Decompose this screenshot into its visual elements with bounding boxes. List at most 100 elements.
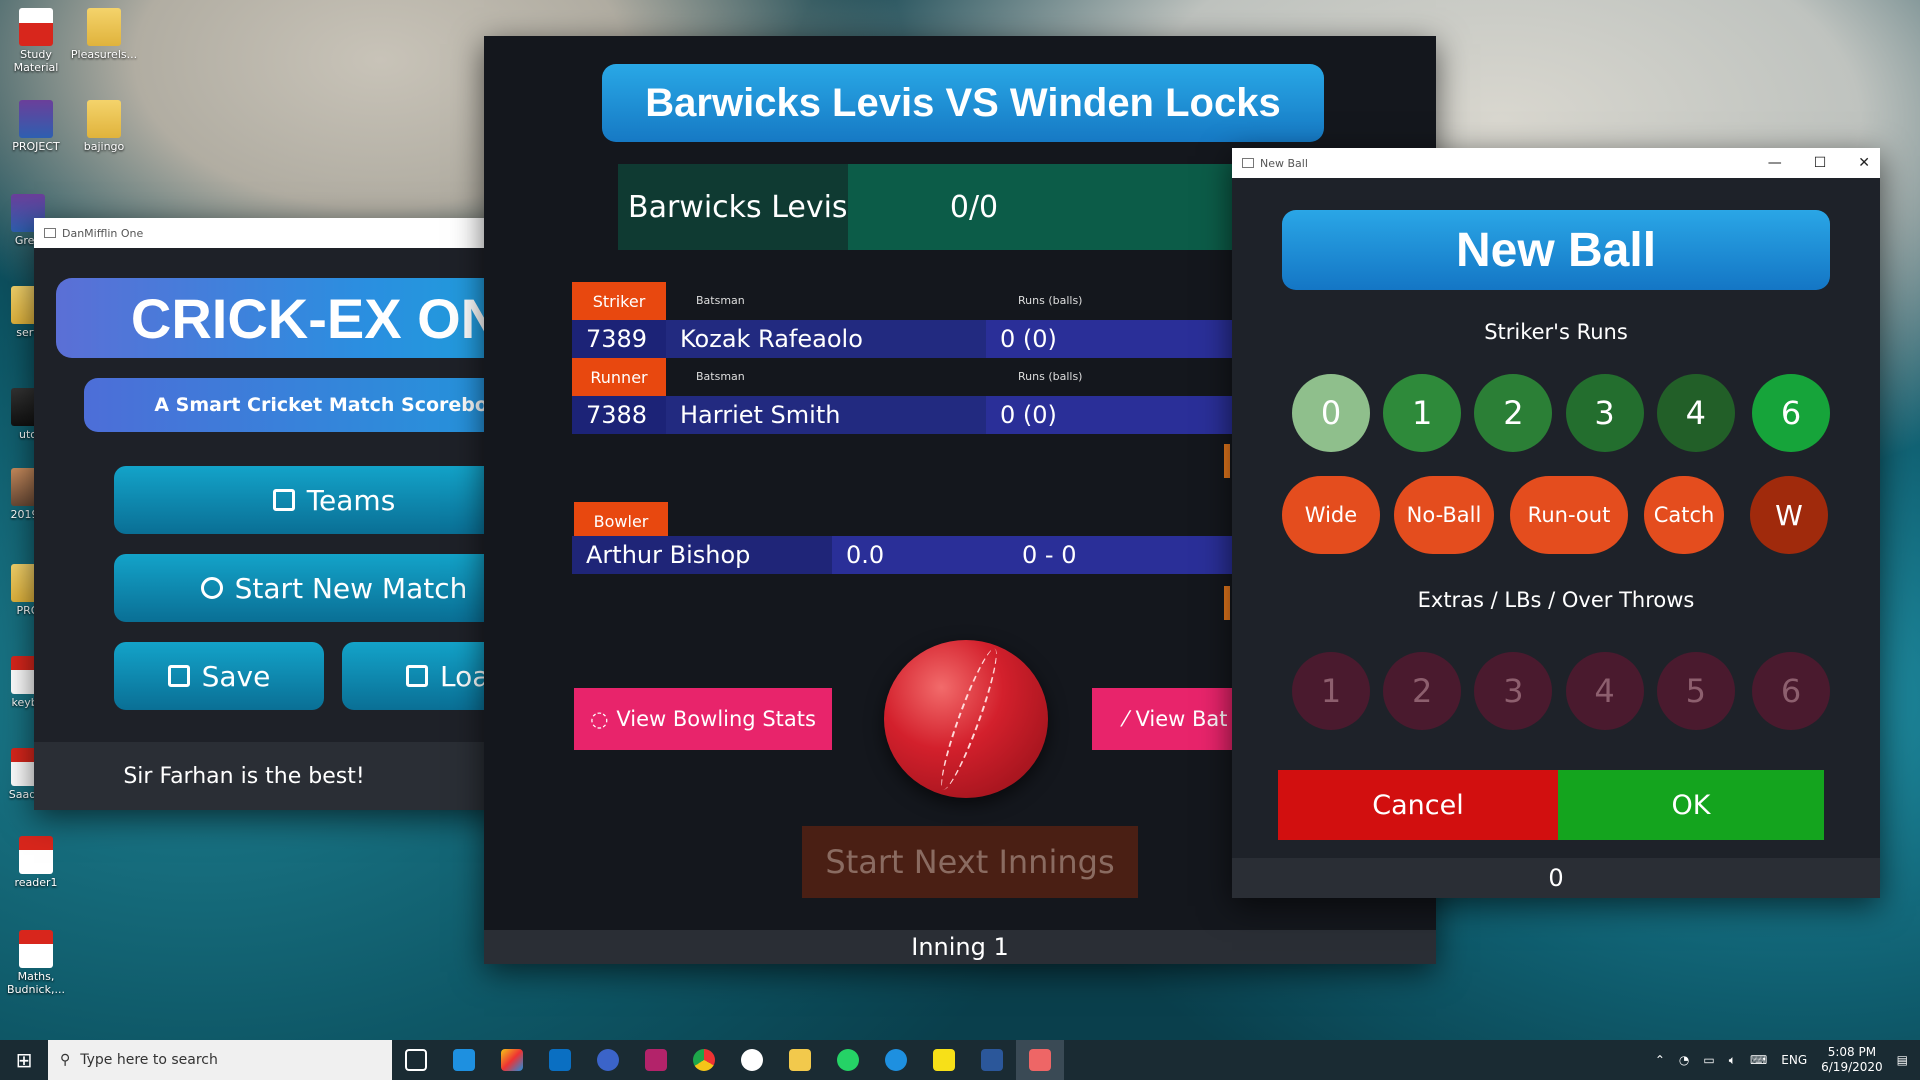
new-ball-titlebar[interactable]: New Ball — ☐ ✕ bbox=[1232, 148, 1880, 178]
cancel-button[interactable]: Cancel bbox=[1278, 770, 1558, 840]
mail-icon[interactable] bbox=[440, 1040, 488, 1080]
word-icon[interactable] bbox=[968, 1040, 1016, 1080]
chevron-up-icon[interactable]: ⌃ bbox=[1655, 1053, 1665, 1067]
whatsapp-icon[interactable] bbox=[824, 1040, 872, 1080]
run-button-4[interactable]: 4 bbox=[1656, 374, 1735, 452]
catch-button[interactable]: Catch bbox=[1644, 476, 1724, 554]
view-batting-stats-button[interactable]: ⁄ View Bat bbox=[1092, 688, 1236, 750]
bowler-tag: Bowler bbox=[574, 502, 668, 540]
extra-run-button-4[interactable]: 4 bbox=[1565, 652, 1644, 730]
maximize-icon[interactable]: ☐ bbox=[1814, 155, 1827, 171]
window-icon bbox=[44, 228, 56, 238]
view-batting-stats-label: View Bat bbox=[1135, 707, 1228, 731]
run-button-1[interactable]: 1 bbox=[1383, 374, 1462, 452]
intellij-icon[interactable] bbox=[632, 1040, 680, 1080]
runner-id: 7388 bbox=[572, 396, 666, 434]
language-indicator[interactable]: ENG bbox=[1781, 1053, 1807, 1067]
striker-tag: Striker bbox=[572, 282, 666, 320]
wide-button[interactable]: Wide bbox=[1282, 476, 1380, 554]
wicket-button[interactable]: W bbox=[1750, 476, 1828, 554]
striker-runs: 0 (0) bbox=[986, 320, 1232, 358]
no-ball-button[interactable]: No-Ball bbox=[1394, 476, 1494, 554]
app-subtitle: A Smart Cricket Match Scorebook bbox=[84, 378, 504, 432]
ok-button[interactable]: OK bbox=[1558, 770, 1824, 840]
inning-status: Inning 1 bbox=[484, 930, 1436, 964]
run-button-2[interactable]: 2 bbox=[1474, 374, 1553, 452]
sticky-notes-icon[interactable] bbox=[920, 1040, 968, 1080]
extra-run-button-6[interactable]: 6 bbox=[1752, 652, 1830, 730]
runs-header: Runs (balls) bbox=[1018, 294, 1083, 307]
clock-date: 6/19/2020 bbox=[1821, 1060, 1883, 1074]
runs-header: Runs (balls) bbox=[1018, 370, 1083, 383]
extras-label: Extras / LBs / Over Throws bbox=[1417, 588, 1695, 612]
outlook-icon[interactable] bbox=[536, 1040, 584, 1080]
striker-row[interactable]: 7389 Kozak Rafeaolo 0 (0) bbox=[572, 320, 1232, 358]
strikers-runs-label: Striker's Runs bbox=[1484, 320, 1628, 344]
volume-icon[interactable]: 🔈︎ bbox=[1729, 1053, 1736, 1068]
runner-tag: Runner bbox=[572, 358, 666, 396]
run-button-3[interactable]: 3 bbox=[1565, 374, 1644, 452]
cricket-ball-icon: ◌ bbox=[590, 707, 609, 731]
load-button[interactable]: Loa bbox=[342, 642, 504, 710]
teams-button[interactable]: Teams bbox=[114, 466, 504, 534]
desktop-icon-project[interactable]: PROJECT bbox=[0, 100, 72, 153]
folder-icon bbox=[87, 100, 121, 138]
new-ball-title: New Ball bbox=[1282, 210, 1830, 290]
striker-name: Kozak Rafeaolo bbox=[666, 320, 986, 358]
run-button-0[interactable]: 0 bbox=[1292, 374, 1370, 452]
chrome-icon[interactable] bbox=[680, 1040, 728, 1080]
media-player-icon[interactable] bbox=[728, 1040, 776, 1080]
dm-footer-text: Sir Farhan is the best! bbox=[123, 763, 365, 789]
taskbar-search[interactable]: ⚲ Type here to search bbox=[48, 1040, 392, 1080]
desktop-icon-study-material[interactable]: Study Material bbox=[0, 8, 72, 74]
desktop-icon-maths[interactable]: Maths, Budnick,... bbox=[0, 930, 72, 996]
desktop-icon-reader1[interactable]: reader1 bbox=[0, 836, 72, 889]
dm-titlebar[interactable]: DanMifflin One bbox=[34, 218, 504, 248]
run-out-button[interactable]: Run-out bbox=[1510, 476, 1628, 554]
scroll-marker bbox=[1224, 586, 1230, 620]
notifications-icon[interactable]: ▤ bbox=[1897, 1053, 1908, 1067]
score-bar: Barwicks Levis 0/0 0.0 bbox=[618, 164, 1338, 250]
taskbar: ⊞ ⚲ Type here to search ⌃ ◔ ▭ 🔈︎ ⌨ ENG 5… bbox=[0, 1040, 1920, 1080]
dm-footer: Sir Farhan is the best! bbox=[34, 742, 504, 810]
desktop-icon-bajingo[interactable]: bajingo bbox=[68, 100, 140, 153]
close-icon[interactable]: ✕ bbox=[1858, 155, 1870, 171]
minimize-icon[interactable]: — bbox=[1768, 155, 1782, 171]
task-view-icon[interactable] bbox=[392, 1040, 440, 1080]
app-title: CRICK-EX ON bbox=[56, 278, 504, 358]
windows-start-icon[interactable]: ⊞ bbox=[0, 1040, 48, 1080]
search-icon: ⚲ bbox=[60, 1052, 71, 1068]
file-explorer-icon[interactable] bbox=[776, 1040, 824, 1080]
clock-time: 5:08 PM bbox=[1827, 1045, 1877, 1059]
start-next-innings-button[interactable]: Start Next Innings bbox=[802, 826, 1138, 898]
battery-icon[interactable]: ▭ bbox=[1703, 1053, 1714, 1067]
folder-icon bbox=[87, 8, 121, 46]
striker-id: 7389 bbox=[572, 320, 666, 358]
photos-icon[interactable] bbox=[488, 1040, 536, 1080]
clock[interactable]: 5:08 PM 6/19/2020 bbox=[1821, 1045, 1883, 1075]
view-bowling-stats-button[interactable]: ◌ View Bowling Stats bbox=[574, 688, 832, 750]
edge-icon[interactable] bbox=[872, 1040, 920, 1080]
network-icon[interactable]: ◔ bbox=[1679, 1053, 1689, 1067]
new-ball-dialog: New Ball — ☐ ✕ New Ball Striker's Runs 0… bbox=[1232, 148, 1880, 898]
keyboard-icon[interactable]: ⌨ bbox=[1750, 1053, 1767, 1067]
start-new-match-button[interactable]: Start New Match bbox=[114, 554, 504, 622]
java-app-icon[interactable] bbox=[1016, 1040, 1064, 1080]
runner-row[interactable]: 7388 Harriet Smith 0 (0) bbox=[572, 396, 1232, 434]
start-new-match-label: Start New Match bbox=[234, 571, 468, 605]
desktop-icon-pleasurels[interactable]: Pleasurels... bbox=[68, 8, 140, 61]
danmifflin-window: DanMifflin One CRICK-EX ON A Smart Crick… bbox=[34, 218, 504, 810]
extra-run-button-1[interactable]: 1 bbox=[1292, 652, 1370, 730]
bowler-row[interactable]: Arthur Bishop 0.0 0 - 0 bbox=[572, 536, 1232, 574]
extra-run-button-5[interactable]: 5 bbox=[1656, 652, 1735, 730]
run-button-6[interactable]: 6 bbox=[1752, 374, 1830, 452]
extra-run-button-2[interactable]: 2 bbox=[1383, 652, 1462, 730]
players-icon bbox=[200, 577, 223, 599]
extra-run-button-3[interactable]: 3 bbox=[1474, 652, 1553, 730]
infinity-icon[interactable] bbox=[584, 1040, 632, 1080]
save-icon bbox=[167, 665, 190, 687]
team-score: 0/0 bbox=[848, 164, 1100, 250]
bowler-overs: 0.0 bbox=[832, 536, 1008, 574]
batting-team: Barwicks Levis bbox=[618, 164, 848, 250]
save-button[interactable]: Save bbox=[114, 642, 324, 710]
